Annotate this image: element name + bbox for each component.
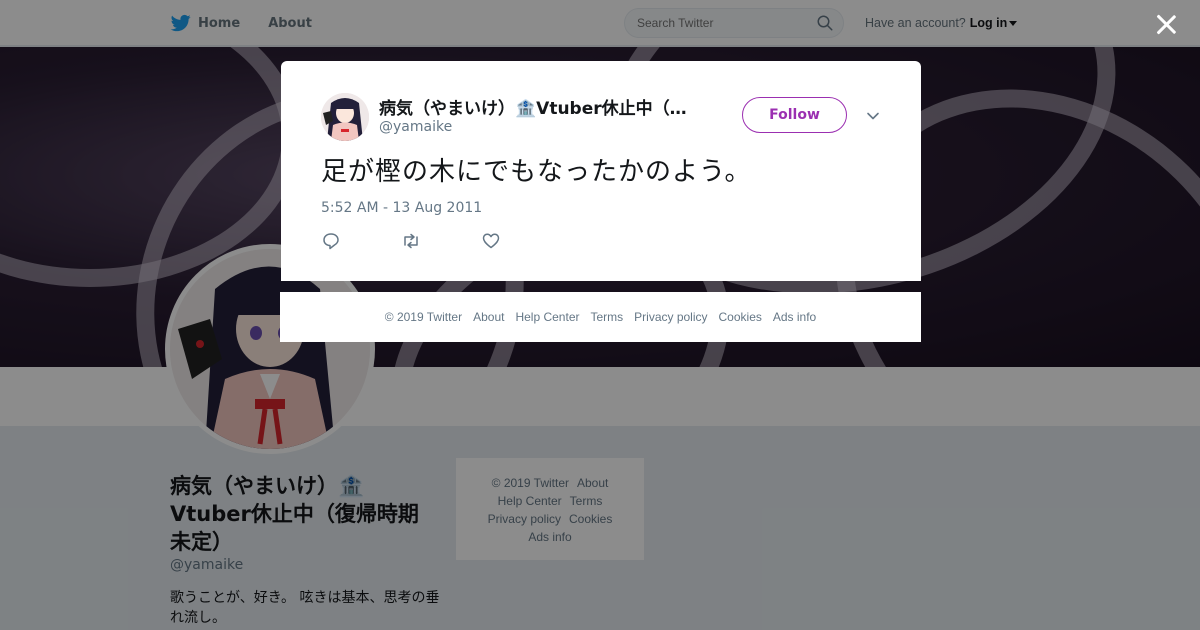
footer-ads-link[interactable]: Ads info: [773, 310, 816, 324]
tweet-author-name[interactable]: 病気（やまいけ）🏦Vtuber休止中（復帰時期未定）: [379, 94, 699, 119]
tweet-timestamp[interactable]: 5:52 AM - 13 Aug 2011: [321, 200, 482, 216]
retweet-icon[interactable]: [401, 231, 421, 251]
tweet-author-avatar-illustration: [321, 93, 369, 141]
chevron-down-icon[interactable]: [866, 109, 880, 123]
footer-privacy-link[interactable]: Privacy policy: [634, 310, 707, 324]
footer-terms-link[interactable]: Terms: [590, 310, 623, 324]
footer-about-link[interactable]: About: [473, 310, 504, 324]
follow-button[interactable]: Follow: [742, 97, 847, 133]
tweet-author-avatar[interactable]: [321, 93, 369, 141]
tweet-author-handle[interactable]: @yamaike: [379, 119, 452, 135]
modal-footer: © 2019 Twitter About Help Center Terms P…: [280, 292, 921, 342]
footer-copyright: © 2019 Twitter: [384, 310, 463, 324]
tweet-text: 足が樫の木にでもなったかのよう。: [321, 157, 752, 187]
tweet-action-bar: [321, 231, 561, 251]
like-icon[interactable]: [481, 231, 501, 251]
footer-cookies-link[interactable]: Cookies: [719, 310, 762, 324]
footer-help-link[interactable]: Help Center: [515, 310, 579, 324]
reply-icon[interactable]: [321, 231, 341, 251]
tweet-permalink-modal: 病気（やまいけ）🏦Vtuber休止中（復帰時期未定） @yamaike Foll…: [281, 61, 921, 281]
close-icon[interactable]: [1155, 13, 1177, 35]
